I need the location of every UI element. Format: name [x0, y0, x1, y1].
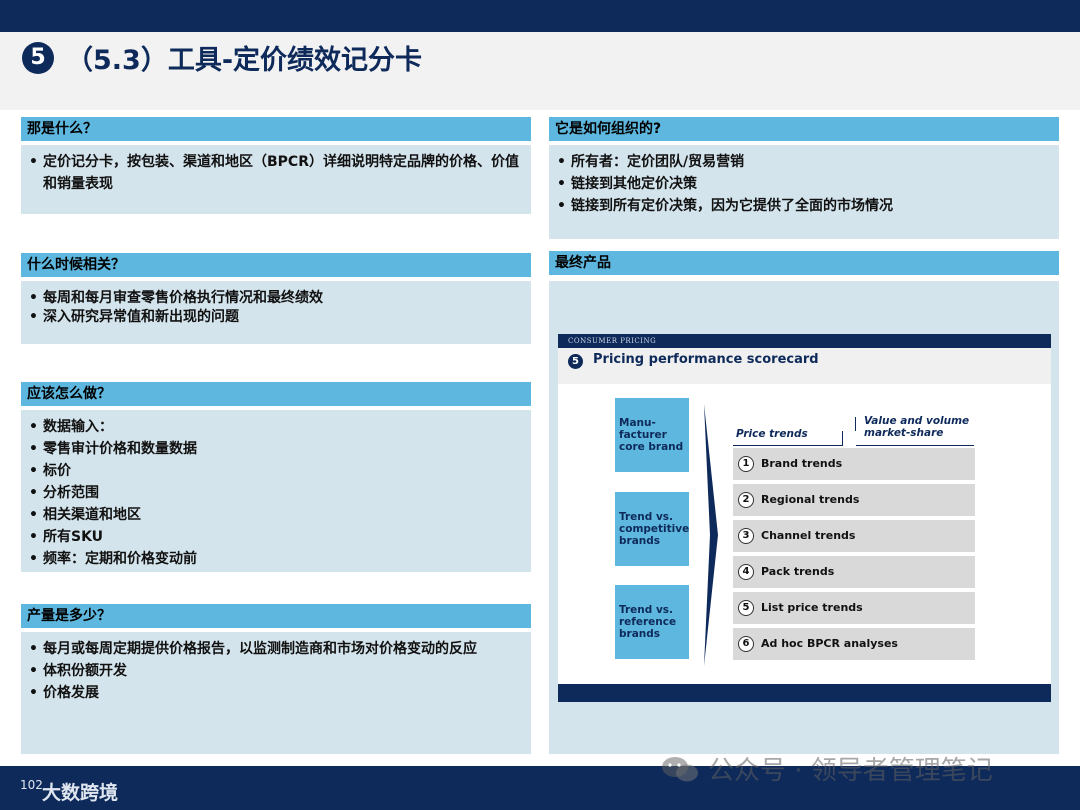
row-number: 1 — [738, 456, 754, 472]
section-output-body: 每月或每周定期提供价格报告，以监测制造商和市场对价格变动的反应 体积份额开发 价… — [21, 632, 531, 754]
table-row: 6 Ad hoc BPCR analyses — [733, 628, 975, 660]
page-title: （5.3）工具-定价绩效记分卡 — [66, 45, 423, 76]
table-row: 1 Brand trends — [733, 448, 975, 480]
section-what-heading: 那是什么？ — [21, 117, 531, 141]
section-output-heading: 产量是多少？ — [21, 604, 531, 628]
table-row: 5 List price trends — [733, 592, 975, 624]
section-output-list: 每月或每周定期提供价格报告，以监测制造商和市场对价格变动的反应 体积份额开发 价… — [21, 632, 531, 704]
column-price-trends: Price trends — [736, 428, 808, 440]
section-how-list: 数据输入： 零售审计价格和数量数据 标价 分析范围 相关渠道和地区 所有SKU … — [21, 410, 531, 570]
column-divider — [842, 431, 843, 445]
list-item: 深入研究异常值和新出现的问题 — [29, 306, 523, 328]
brand-logo-text: 大数跨境 — [42, 782, 119, 804]
list-item: 频率：定期和价格变动前 — [29, 548, 523, 570]
box-label: Trend vs. competitive brands — [619, 511, 690, 547]
row-number: 2 — [738, 492, 754, 508]
list-item: 链接到所有定价决策，因为它提供了全面的市场情况 — [557, 195, 1051, 217]
section-when-body: 每周和每月审查零售价格执行情况和最终绩效 深入研究异常值和新出现的问题 — [21, 281, 531, 344]
list-item: 体积份额开发 — [29, 660, 523, 682]
row-label: Brand trends — [761, 457, 843, 470]
section-what-body: 定价记分卡，按包装、渠道和地区（BPCR）详细说明特定品牌的价格、价值和销量表现 — [21, 145, 531, 214]
row-number: 6 — [738, 636, 754, 652]
column-underline — [733, 445, 843, 446]
list-item: 所有者：定价团队/贸易营销 — [557, 151, 1051, 173]
watermark: 公众号 · 领导者管理笔记 — [708, 756, 993, 786]
table-row: 4 Pack trends — [733, 556, 975, 588]
row-label: Pack trends — [761, 565, 835, 578]
scorecard-slide: CONSUMER PRICING 5 Pricing performance s… — [558, 334, 1051, 702]
section-organize-list: 所有者：定价团队/贸易营销 链接到其他定价决策 链接到所有定价决策，因为它提供了… — [549, 145, 1059, 217]
column-divider — [855, 417, 856, 431]
column-value-volume: Value and volume market-share — [864, 415, 970, 439]
top-band — [0, 0, 1080, 32]
row-number: 5 — [738, 600, 754, 616]
box-competitive-brands: Trend vs. competitive brands — [615, 492, 689, 566]
section-how-body: 数据输入： 零售审计价格和数量数据 标价 分析范围 相关渠道和地区 所有SKU … — [21, 410, 531, 572]
list-item: 零售审计价格和数量数据 — [29, 438, 523, 460]
section-what-list: 定价记分卡，按包装、渠道和地区（BPCR）详细说明特定品牌的价格、价值和销量表现 — [21, 145, 531, 195]
table-row: 2 Regional trends — [733, 484, 975, 516]
list-item: 链接到其他定价决策 — [557, 173, 1051, 195]
section-organize-heading: 它是如何组织的? — [549, 117, 1059, 141]
row-label: Regional trends — [761, 493, 860, 506]
box-manufacturer-core-brand: Manu- facturer core brand — [615, 398, 689, 472]
list-item: 所有SKU — [29, 526, 523, 548]
section-product-heading: 最终产品 — [549, 251, 1059, 275]
section-when-heading: 什么时候相关？ — [21, 253, 531, 277]
box-reference-brands: Trend vs. reference brands — [615, 585, 689, 659]
scorecard-band: CONSUMER PRICING — [558, 334, 1051, 348]
row-number: 4 — [738, 564, 754, 580]
row-label: Channel trends — [761, 529, 856, 542]
list-item: 相关渠道和地区 — [29, 504, 523, 526]
list-item: 定价记分卡，按包装、渠道和地区（BPCR）详细说明特定品牌的价格、价值和销量表现 — [29, 151, 523, 195]
scorecard-footer-band — [558, 684, 1051, 702]
list-item: 数据输入： — [29, 416, 523, 438]
list-item: 标价 — [29, 460, 523, 482]
scorecard-number-badge: 5 — [568, 354, 583, 369]
column-underline — [856, 445, 974, 446]
box-label: Manu- facturer core brand — [619, 417, 684, 453]
section-how-heading: 应该怎么做？ — [21, 382, 531, 406]
list-item: 价格发展 — [29, 682, 523, 704]
wechat-icon — [662, 757, 698, 782]
list-item: 每月或每周定期提供价格报告，以监测制造商和市场对价格变动的反应 — [29, 638, 523, 660]
section-organize-body: 所有者：定价团队/贸易营销 链接到其他定价决策 链接到所有定价决策，因为它提供了… — [549, 145, 1059, 239]
row-label: List price trends — [761, 601, 863, 614]
scorecard-title: Pricing performance scorecard — [593, 352, 819, 367]
title-number-badge: 5 — [22, 42, 54, 74]
page-number: 102 — [20, 778, 43, 792]
section-when-list: 每周和每月审查零售价格执行情况和最终绩效 深入研究异常值和新出现的问题 — [21, 281, 531, 328]
row-number: 3 — [738, 528, 754, 544]
box-label: Trend vs. reference brands — [619, 604, 677, 640]
row-label: Ad hoc BPCR analyses — [761, 637, 898, 650]
list-item: 分析范围 — [29, 482, 523, 504]
chevron-right-icon — [704, 404, 718, 666]
table-row: 3 Channel trends — [733, 520, 975, 552]
